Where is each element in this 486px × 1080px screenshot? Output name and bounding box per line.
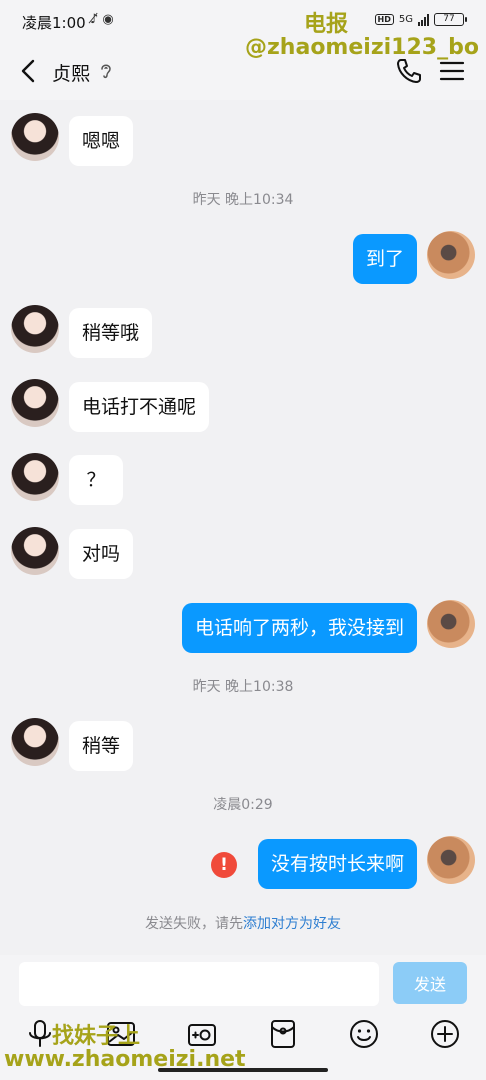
hd-icon: HD [374,14,394,25]
network-label: 5G [398,14,413,25]
earpiece-mode-icon [101,64,111,79]
message-timestamp: 昨天 晚上10:38 [192,679,294,695]
menu-button[interactable] [438,57,466,85]
incoming-message[interactable]: 稍等 [69,721,134,771]
plus-circle-icon [431,1020,459,1048]
watermark-top-line2: @zhaomeizi123_bo [245,35,479,60]
contact-avatar[interactable] [11,527,59,575]
watermark-top-line1: 电报 [304,12,349,37]
my-avatar[interactable] [427,600,475,648]
contact-avatar[interactable] [11,718,59,766]
signal-icon [418,13,429,26]
incoming-message[interactable]: 电话打不通呢 [69,382,210,432]
send-failed-icon[interactable]: ! [211,852,237,878]
hamburger-menu-icon [439,61,465,81]
camera-icon [188,1024,216,1046]
contact-avatar[interactable] [11,113,59,161]
contact-avatar[interactable] [11,379,59,427]
emoji-button[interactable] [347,1017,381,1051]
fail-note-text: 发送失败，请先 [145,916,243,932]
message-input[interactable] [19,962,379,1006]
incoming-message[interactable]: 对吗 [69,529,134,579]
incoming-message[interactable]: 嗯嗯 [69,116,134,166]
outgoing-message[interactable]: 到了 [352,234,417,284]
contact-avatar[interactable] [11,453,59,501]
camera-button[interactable] [185,1017,219,1051]
incoming-message[interactable]: 稍等哦 [69,308,153,358]
more-button[interactable] [428,1017,462,1051]
my-avatar[interactable] [427,836,475,884]
my-avatar[interactable] [427,231,475,279]
watermark-bottom-line1: 找妹子上 [52,1024,141,1049]
contact-name[interactable]: 贞熙 [52,59,90,86]
send-button[interactable]: 发送 [393,962,467,1004]
outgoing-message[interactable]: 电话响了两秒，我没接到 [181,603,417,653]
phone-call-button[interactable] [394,56,424,86]
add-friend-link[interactable]: 添加对方为好友 [243,916,341,932]
status-right-icons: HD 5G 77 [374,13,467,26]
message-list[interactable]: 嗯嗯 昨天 晚上10:34 到了 稍等哦 电话打不通呢 ？ 对吗 电话响了两秒，… [0,100,486,955]
chevron-left-icon [21,59,35,83]
red-packet-button[interactable] [266,1017,300,1051]
incoming-message[interactable]: ？ [69,455,123,505]
notification-icons: ♪̸ ◉ [90,12,114,27]
contact-avatar[interactable] [11,305,59,353]
outgoing-message[interactable]: 没有按时长来啊 [257,839,417,889]
red-packet-icon [271,1020,295,1048]
send-failed-note: 发送失败，请先添加对方为好友 [0,913,486,933]
phone-icon [397,59,421,83]
back-button[interactable] [14,56,44,86]
watermark-bottom-line2: www.zhaomeizi.net [4,1047,246,1072]
status-time: 凌晨1:00 [22,14,86,32]
message-timestamp: 昨天 晚上10:34 [192,192,294,208]
message-timestamp: 凌晨0:29 [213,797,273,813]
battery-icon: 77 [434,13,467,26]
emoji-icon [350,1020,378,1048]
